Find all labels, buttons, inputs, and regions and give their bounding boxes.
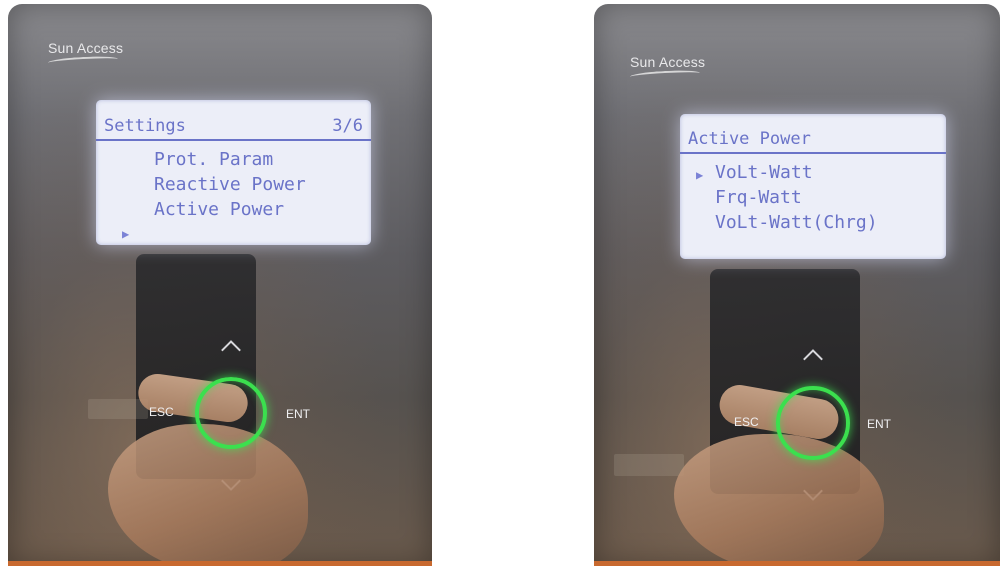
panel-reflection (614, 454, 684, 476)
lcd-title: Active Power (688, 129, 811, 149)
esc-key-label[interactable]: ESC (734, 415, 759, 429)
lcd-header: Active Power (680, 126, 946, 154)
esc-key-label[interactable]: ESC (149, 405, 174, 419)
lcd-page-indicator: 3/6 (332, 116, 363, 136)
ent-key-label[interactable]: ENT (867, 417, 891, 431)
triangle-right-icon: ▶ (696, 168, 704, 182)
lcd-header: Settings 3/6 (96, 113, 371, 141)
lcd-menu-item-selected[interactable]: VoLt-Watt (715, 160, 946, 185)
lcd-screen: Settings 3/6 Prot. Param Reactive Power … (96, 100, 371, 245)
brand-logo: Sun Access (629, 54, 705, 81)
lcd-menu-item-selected[interactable]: Active Power (154, 197, 371, 222)
triangle-right-icon: ▶ (122, 227, 130, 241)
lcd-menu: VoLt-Watt Frq-Watt VoLt-Watt(Chrg) (680, 160, 946, 235)
lcd-menu-item[interactable]: Frq-Watt (715, 185, 946, 210)
brand-logo: Sun Access (47, 40, 123, 67)
lcd-menu: Prot. Param Reactive Power Active Power (96, 147, 371, 222)
lcd-menu-item[interactable]: Reactive Power (154, 172, 371, 197)
center-button-ring[interactable] (776, 386, 850, 460)
center-button-ring[interactable] (195, 377, 267, 449)
panel-reflection (88, 399, 148, 419)
inverter-panel-left: Sun Access Settings 3/6 Prot. Param Reac… (8, 4, 432, 566)
lcd-title: Settings (104, 116, 186, 136)
lcd-screen: Active Power VoLt-Watt Frq-Watt VoLt-Wat… (680, 114, 946, 259)
lcd-menu-item[interactable]: VoLt-Watt(Chrg) (715, 210, 946, 235)
inverter-panel-right: Sun Access Active Power VoLt-Watt Frq-Wa… (594, 4, 1000, 566)
lcd-menu-item[interactable]: Prot. Param (154, 147, 371, 172)
hand (108, 424, 308, 566)
ent-key-label[interactable]: ENT (286, 407, 310, 421)
